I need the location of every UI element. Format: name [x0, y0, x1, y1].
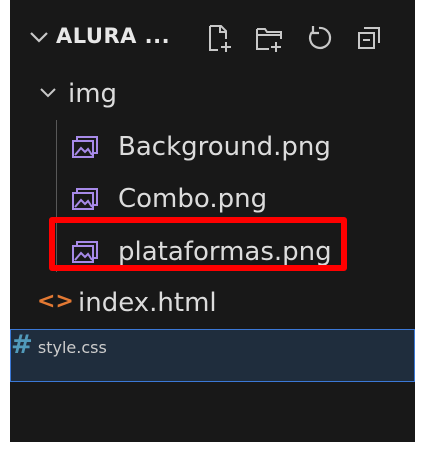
tree-file-plataformas[interactable]: plataformas.png	[10, 228, 415, 276]
new-folder-icon[interactable]	[252, 21, 286, 55]
new-file-icon[interactable]	[202, 21, 236, 55]
explorer-section-header[interactable]: ALURA ...	[10, 8, 415, 68]
collapse-all-icon[interactable]	[352, 21, 386, 55]
tree-file-combo[interactable]: Combo.png	[10, 175, 415, 223]
tree-item-label: Combo.png	[118, 184, 268, 214]
section-title: ALURA ...	[56, 24, 171, 48]
tree-item-label: img	[68, 79, 118, 109]
image-file-icon	[72, 241, 98, 263]
chevron-down-icon[interactable]	[28, 28, 50, 46]
html-file-icon: <>	[37, 289, 74, 314]
css-file-icon: #	[11, 330, 33, 360]
chevron-down-icon[interactable]	[38, 84, 58, 102]
explorer-panel: ALURA ... img Background.png Combo.png p…	[10, 0, 415, 442]
image-file-icon	[72, 136, 98, 158]
tree-folder-img[interactable]: img	[10, 70, 415, 118]
tree-item-label: Background.png	[118, 132, 331, 162]
refresh-icon[interactable]	[302, 21, 336, 55]
tree-item-label: index.html	[78, 288, 217, 318]
image-file-icon	[72, 188, 98, 210]
tree-file-style-css[interactable]: # style.css	[10, 329, 415, 382]
header-actions	[202, 20, 386, 56]
tree-file-index-html[interactable]: <> index.html	[10, 279, 415, 327]
tree-file-background[interactable]: Background.png	[10, 123, 415, 171]
tree-item-label: style.css	[37, 338, 107, 357]
tree-item-label: plataformas.png	[118, 237, 332, 267]
